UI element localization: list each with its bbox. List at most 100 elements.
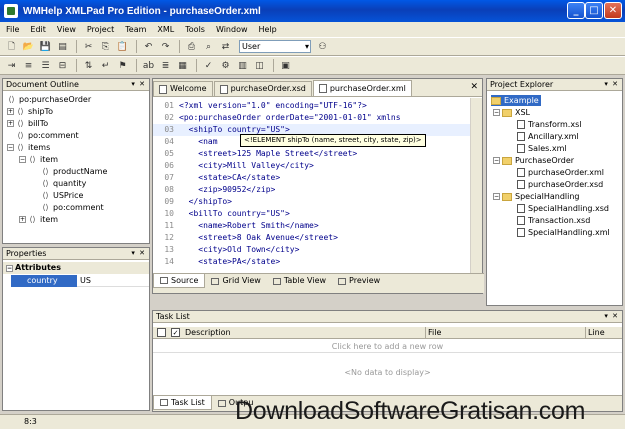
redo-icon[interactable]: ↷ — [158, 40, 173, 54]
format-icon[interactable]: ≡ — [21, 59, 36, 73]
project-node[interactable]: purchaseOrder.xsd — [517, 179, 603, 190]
panel-controls-icon[interactable]: ▾ ✕ — [604, 79, 619, 90]
menu-team[interactable]: Team — [125, 25, 146, 34]
outline-node[interactable]: ⟨⟩ po:comment — [41, 202, 103, 213]
expand-icon[interactable]: + — [7, 120, 14, 127]
project-node[interactable]: Sales.xml — [517, 143, 567, 154]
wrap-icon[interactable]: ↵ — [98, 59, 113, 73]
collapse-icon[interactable]: − — [493, 157, 500, 164]
menu-edit[interactable]: Edit — [30, 25, 46, 34]
comment-icon[interactable]: ⊟ — [55, 59, 70, 73]
project-node[interactable]: − PurchaseOrder — [493, 155, 574, 166]
undo-icon[interactable]: ↶ — [141, 40, 156, 54]
project-node[interactable]: − SpecialHandling — [493, 191, 579, 202]
tab-task-list[interactable]: Task List — [153, 396, 212, 410]
outline-node[interactable]: − ⟨⟩ item — [19, 154, 58, 165]
list-icon[interactable]: ≣ — [158, 59, 173, 73]
outline-node[interactable]: + ⟨⟩ item — [19, 214, 58, 225]
outline-icon[interactable]: ☰ — [38, 59, 53, 73]
team-icon[interactable]: ⚇ — [315, 40, 330, 54]
menu-tools[interactable]: Tools — [185, 25, 205, 34]
source-icon — [160, 277, 168, 284]
project-node[interactable]: SpecialHandling.xsd — [517, 203, 609, 214]
save-icon[interactable]: 💾 — [38, 40, 53, 54]
outline-node[interactable]: ⟨⟩ quantity — [41, 178, 86, 189]
close-tab-icon[interactable]: ✕ — [470, 82, 478, 92]
outline-node[interactable]: ⟨⟩ po:comment — [16, 130, 78, 141]
project-node[interactable]: Ancillary.xml — [517, 131, 579, 142]
collapse-icon[interactable]: − — [7, 144, 14, 151]
save-all-icon[interactable]: ▤ — [55, 40, 70, 54]
collapse-icon[interactable]: − — [493, 193, 500, 200]
menu-help[interactable]: Help — [259, 25, 277, 34]
title-bar: WMHelp XMLPad Pro Edition - purchaseOrde… — [0, 0, 625, 22]
project-node[interactable]: Example — [491, 95, 541, 106]
vertical-scrollbar[interactable] — [470, 98, 482, 274]
tab-source[interactable]: Source — [153, 274, 206, 288]
code-area[interactable]: 01 <?xml version="1.0" encoding="UTF-16"?… — [153, 98, 472, 274]
menu-xml[interactable]: XML — [157, 25, 174, 34]
project-node[interactable]: Transaction.xsd — [517, 215, 590, 226]
tab-xml[interactable]: purchaseOrder.xml — [312, 80, 412, 96]
project-node[interactable]: Transform.xsl — [517, 119, 581, 130]
column-file[interactable]: File — [425, 327, 441, 339]
empty-message: <No data to display> — [344, 368, 431, 377]
collapse-icon[interactable]: − — [493, 109, 500, 116]
tab-xsd[interactable]: purchaseOrder.xsd — [213, 81, 312, 96]
copy-icon[interactable]: ⎘ — [98, 40, 113, 54]
outline-node[interactable]: + ⟨⟩ shipTo — [7, 106, 53, 117]
menu-project[interactable]: Project — [87, 25, 114, 34]
print-icon[interactable]: ⎙ — [184, 40, 199, 54]
validate-icon[interactable]: ✓ — [201, 59, 216, 73]
case-icon[interactable]: ab — [141, 59, 156, 73]
expand-icon[interactable]: + — [7, 108, 14, 115]
menu-view[interactable]: View — [57, 25, 76, 34]
project-node[interactable]: SpecialHandling.xml — [517, 227, 610, 238]
column-line[interactable]: Line — [585, 327, 605, 339]
bookmark-icon[interactable]: ⚑ — [115, 59, 130, 73]
property-value[interactable]: US — [77, 275, 149, 287]
collapse-icon[interactable]: − — [6, 265, 13, 272]
indent-icon[interactable]: ⇥ — [4, 59, 19, 73]
panel-controls-icon[interactable]: ▾ ✕ — [604, 311, 619, 322]
outline-node[interactable]: + ⟨⟩ billTo — [7, 118, 48, 129]
tab-preview[interactable]: Preview — [332, 274, 386, 288]
tab-grid-view[interactable]: Grid View — [205, 274, 266, 288]
replace-icon[interactable]: ⇄ — [218, 40, 233, 54]
sort-icon[interactable]: ⇅ — [81, 59, 96, 73]
project-node[interactable]: − XSL — [493, 107, 530, 118]
panel-controls-icon[interactable]: ▾ ✕ — [131, 248, 146, 259]
collapse-icon[interactable]: − — [19, 156, 26, 163]
outline-node[interactable]: ⟨⟩ po:purchaseOrder — [7, 94, 91, 105]
paste-icon[interactable]: 📋 — [115, 40, 130, 54]
panel-controls-icon[interactable]: ▾ ✕ — [131, 79, 146, 90]
cut-icon[interactable]: ✂ — [81, 40, 96, 54]
tab-table-view[interactable]: Table View — [267, 274, 332, 288]
project-node[interactable]: purchaseOrder.xml — [517, 167, 604, 178]
close-button[interactable]: ✕ — [604, 2, 622, 19]
menu-file[interactable]: File — [6, 25, 19, 34]
find-icon[interactable]: ⌕ — [201, 40, 216, 54]
layout-icon[interactable]: ▥ — [235, 59, 250, 73]
open-folder-icon[interactable]: 📂 — [21, 40, 36, 54]
column-description[interactable]: Description — [185, 327, 231, 339]
add-row-prompt[interactable]: Click here to add a new row — [153, 341, 622, 353]
options-icon[interactable]: ▣ — [278, 59, 293, 73]
user-combo[interactable]: User — [239, 40, 311, 53]
view-icon[interactable]: ◫ — [252, 59, 267, 73]
transform-icon[interactable]: ⚙ — [218, 59, 233, 73]
attributes-section[interactable]: − Attributes — [3, 262, 149, 274]
new-file-icon[interactable]: 🗋 — [4, 40, 19, 54]
property-name[interactable]: country — [11, 275, 77, 287]
checkbox-header[interactable] — [157, 328, 166, 337]
expand-icon[interactable]: + — [19, 216, 26, 223]
minimize-button[interactable]: _ — [567, 2, 585, 19]
checkmark-icon[interactable]: ✓ — [171, 328, 180, 337]
outline-node[interactable]: ⟨⟩ productName — [41, 166, 107, 177]
outline-node[interactable]: − ⟨⟩ items — [7, 142, 50, 153]
maximize-button[interactable]: □ — [585, 2, 603, 19]
outline-node[interactable]: ⟨⟩ USPrice — [41, 190, 83, 201]
table-icon[interactable]: ▦ — [175, 59, 190, 73]
menu-window[interactable]: Window — [216, 25, 248, 34]
tab-welcome[interactable]: Welcome — [153, 81, 213, 96]
